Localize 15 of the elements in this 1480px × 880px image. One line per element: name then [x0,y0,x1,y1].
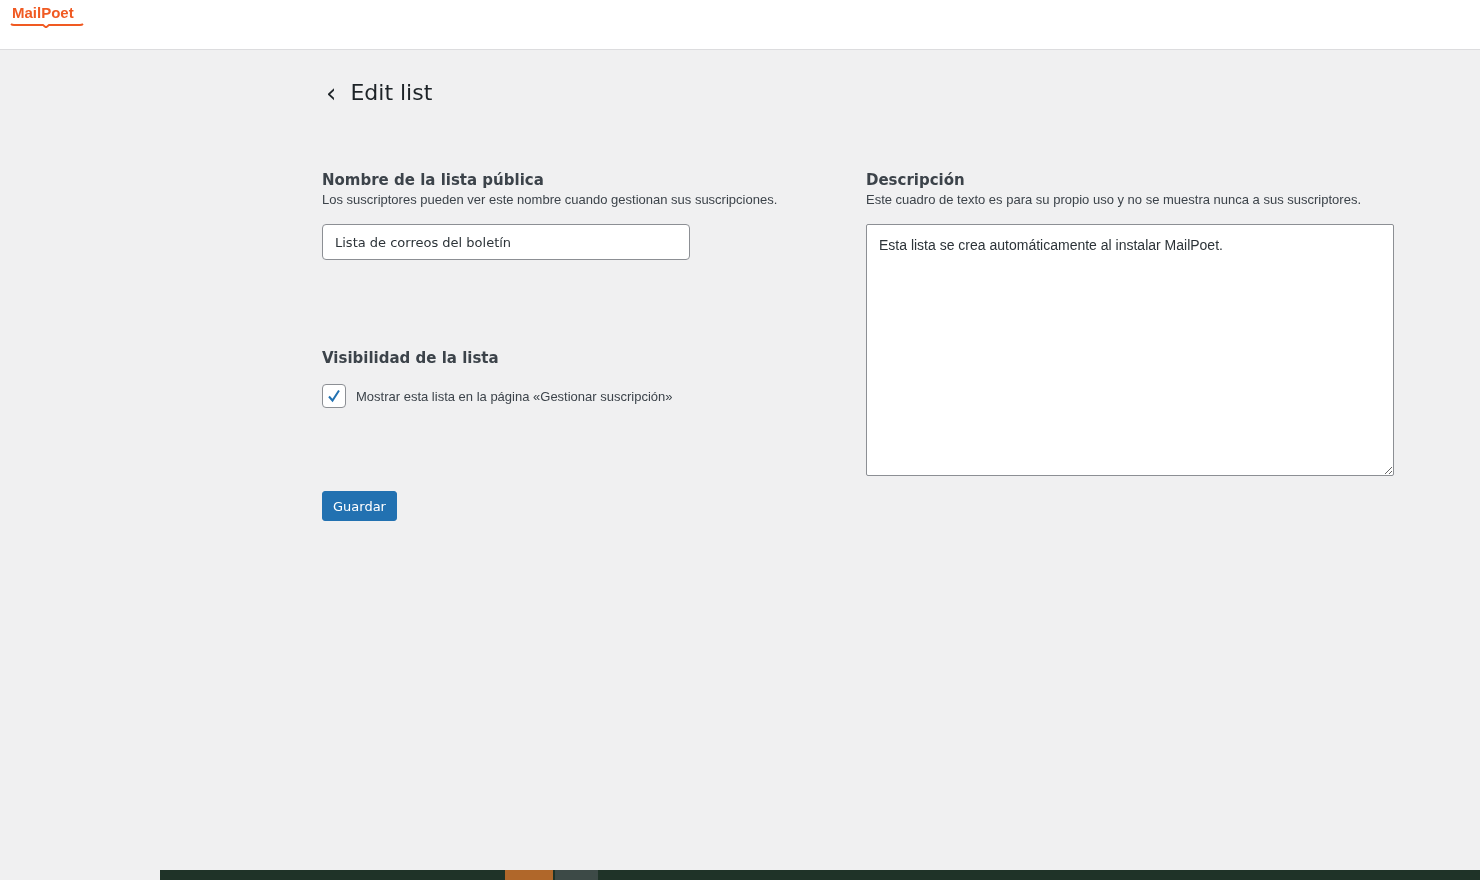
field-label: Descripción [866,170,966,190]
visibility-checkbox[interactable] [322,384,346,408]
field-help-text: Los suscriptores pueden ver este nombre cuando gestionan sus suscripciones. [322,191,779,209]
section-label: Visibilidad de la lista [322,348,500,368]
logo-text: MailPoet [11,4,74,22]
page-title: Edit list [350,79,433,107]
field-label: Nombre de la lista pública [322,170,545,190]
field-help-text: Este cuadro de texto es para su propio uso y no se muestra nunca a sus suscriptores. [866,191,1362,209]
logo-swoosh-icon [10,22,84,28]
checkmark-icon [327,389,341,403]
description-field[interactable]: Esta lista se crea automáticamente al instalar MailPoet. [866,224,1394,476]
checkbox-label: Mostrar esta lista en la página «Gestionar suscripción» [356,388,673,404]
list-name-field[interactable]: Lista de correos del boletín [322,224,690,260]
back-button[interactable]: ‹ [322,81,341,105]
save-button[interactable]: Guardar [322,491,397,521]
